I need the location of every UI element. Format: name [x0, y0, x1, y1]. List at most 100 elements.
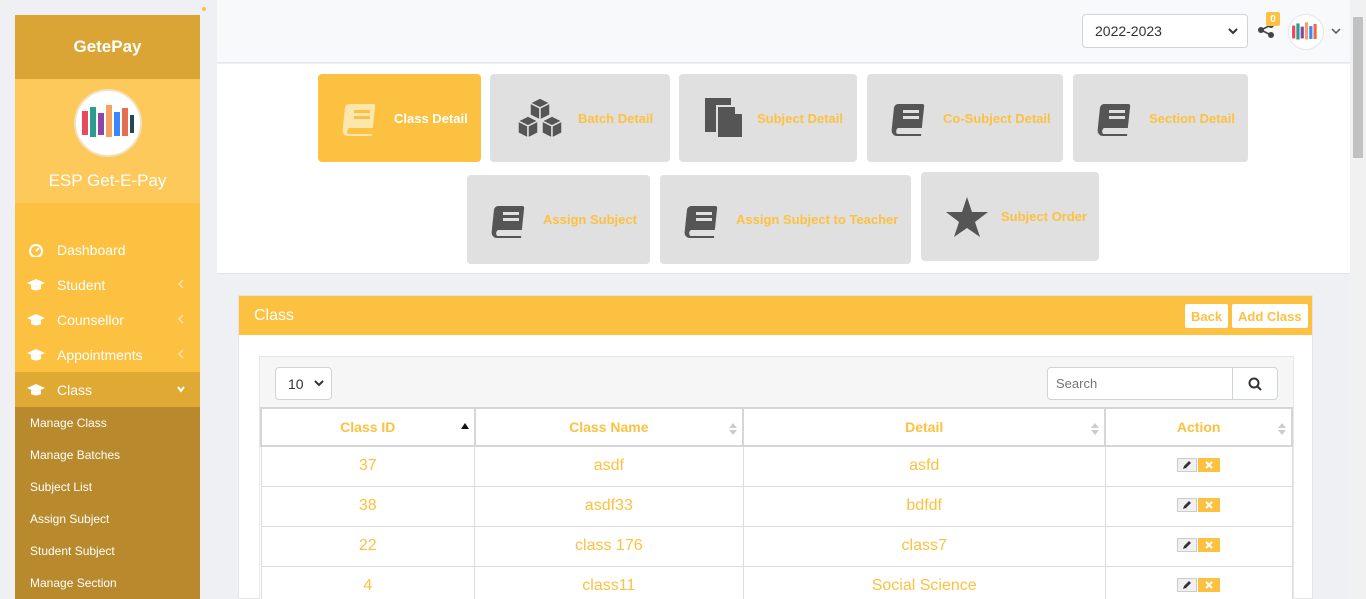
profile-block: ESP Get-E-Pay [15, 79, 200, 203]
tile-subject-detail[interactable]: Subject Detail [679, 74, 857, 162]
star-icon [945, 196, 989, 238]
tile-co-subject-detail[interactable]: Co-Subject Detail [867, 74, 1063, 162]
cell-class-name: class11 [474, 565, 744, 599]
book-icon [1097, 98, 1137, 138]
delete-button[interactable] [1198, 578, 1221, 592]
sidebar-item-label: Dashboard [57, 241, 126, 258]
pencil-icon [1183, 541, 1192, 549]
page-scrollbar[interactable] [1350, 0, 1366, 599]
cell-detail: Social Science [742, 565, 1106, 599]
table-row: 37 asdf asfd [260, 445, 1293, 487]
column-label: Action [1176, 419, 1221, 435]
tile-label: Assign Subject [543, 212, 637, 227]
chevron-left-icon [177, 279, 184, 289]
brand-title[interactable]: GetePay [15, 15, 200, 79]
tile-label: Subject Detail [757, 110, 843, 126]
chevron-down-icon[interactable] [1330, 26, 1342, 36]
cell-detail: asfd [742, 445, 1106, 487]
pencil-icon [1183, 581, 1192, 589]
class-table: Class ID Class Name Detail Action 37 asd… [260, 407, 1293, 599]
submenu-item-manage-class[interactable]: Manage Class [15, 407, 200, 439]
user-avatar[interactable] [1288, 14, 1324, 50]
sidebar-menu: Dashboard Student Counsellor Appointment… [15, 232, 200, 599]
tile-section-detail[interactable]: Section Detail [1073, 74, 1248, 162]
chevron-down-icon [314, 380, 324, 387]
graduation-cap-icon [26, 348, 46, 362]
delete-button[interactable] [1198, 538, 1221, 552]
submenu-item-manage-batches[interactable]: Manage Batches [15, 439, 200, 471]
sidebar: GetePay ESP Get-E-Pay Dashboard Student … [15, 15, 200, 599]
cell-class-id: 4 [260, 565, 476, 599]
quick-tiles-area: Class Detail Batch Detail Subject Detail… [217, 64, 1350, 274]
cell-class-name: class 176 [474, 525, 744, 567]
chevron-down-icon [1228, 28, 1238, 35]
tile-label: Section Detail [1149, 110, 1235, 126]
delete-button[interactable] [1198, 458, 1221, 473]
submenu-item-manage-section[interactable]: Manage Section [15, 567, 200, 599]
column-header-class-name[interactable]: Class Name [473, 407, 745, 447]
tile-class-detail[interactable]: Class Detail [318, 74, 481, 162]
page-length-value: 10 [288, 375, 304, 392]
column-header-class-id[interactable]: Class ID [260, 407, 476, 447]
sidebar-item-label: Class [57, 381, 93, 398]
graduation-cap-icon [26, 278, 46, 292]
class-panel: Class Back Add Class 10 Class ID [238, 295, 1313, 599]
column-label: Class Name [569, 419, 649, 435]
sidebar-item-student[interactable]: Student [15, 267, 200, 302]
cell-class-name: asdf [474, 445, 744, 487]
chevron-down-icon [177, 386, 185, 393]
sidebar-item-dashboard[interactable]: Dashboard [15, 232, 200, 267]
tile-label: Co-Subject Detail [943, 110, 1051, 126]
submenu-item-subject-list[interactable]: Subject List [15, 471, 200, 503]
column-header-action[interactable]: Action [1104, 407, 1293, 447]
school-logo[interactable] [73, 89, 142, 157]
book-icon [342, 98, 382, 138]
search-button[interactable] [1232, 367, 1278, 400]
cell-action [1104, 445, 1293, 487]
sort-icon [729, 423, 738, 435]
sidebar-item-appointments[interactable]: Appointments [15, 337, 200, 372]
submenu-item-assign-subject[interactable]: Assign Subject [15, 503, 200, 535]
datatable-wrapper: 10 Class ID Class Name [259, 356, 1294, 599]
book-icon [891, 98, 931, 138]
close-icon [1205, 541, 1213, 549]
back-button[interactable]: Back [1185, 304, 1229, 328]
graduation-cap-icon [26, 383, 46, 397]
close-icon [1205, 581, 1213, 589]
edit-button[interactable] [1177, 458, 1198, 473]
pencil-icon [1183, 501, 1192, 509]
sidebar-item-counsellor[interactable]: Counsellor [15, 302, 200, 337]
sort-icon [1091, 423, 1100, 435]
search-input[interactable] [1047, 367, 1234, 400]
column-header-detail[interactable]: Detail [742, 407, 1107, 447]
cell-action [1104, 525, 1293, 567]
copy-icon [703, 96, 745, 140]
table-header-row: Class ID Class Name Detail Action [260, 407, 1293, 447]
add-class-button[interactable]: Add Class [1232, 304, 1308, 328]
sidebar-item-label: Appointments [57, 346, 143, 363]
tile-subject-order[interactable]: Subject Order [921, 172, 1099, 261]
page-length-select[interactable]: 10 [275, 367, 332, 400]
close-icon [1205, 461, 1213, 469]
edit-button[interactable] [1177, 498, 1198, 512]
submenu-item-student-subject[interactable]: Student Subject [15, 535, 200, 567]
cell-class-id: 38 [260, 485, 476, 527]
panel-header: Class Back Add Class [239, 296, 1312, 335]
academic-year-select[interactable]: 2022-2023 [1082, 14, 1248, 48]
delete-button[interactable] [1198, 498, 1221, 512]
edit-button[interactable] [1177, 538, 1198, 552]
tile-batch-detail[interactable]: Batch Detail [490, 74, 670, 162]
dashboard-icon [26, 243, 46, 257]
tile-assign-subject-to-teacher[interactable]: Assign Subject to Teacher [660, 175, 911, 264]
tile-label: Class Detail [394, 110, 468, 126]
cell-detail: bdfdf [742, 485, 1106, 527]
scrollbar-thumb[interactable] [1353, 17, 1363, 158]
tile-label: Assign Subject to Teacher [736, 212, 899, 227]
table-row: 38 asdf33 bdfdf [260, 485, 1293, 527]
sidebar-item-class[interactable]: Class [15, 372, 200, 407]
notification-badge: 0 [1266, 12, 1280, 26]
edit-button[interactable] [1177, 578, 1198, 592]
cubes-icon [514, 96, 566, 140]
tile-assign-subject[interactable]: Assign Subject [467, 175, 650, 264]
cell-detail: class7 [742, 525, 1106, 567]
